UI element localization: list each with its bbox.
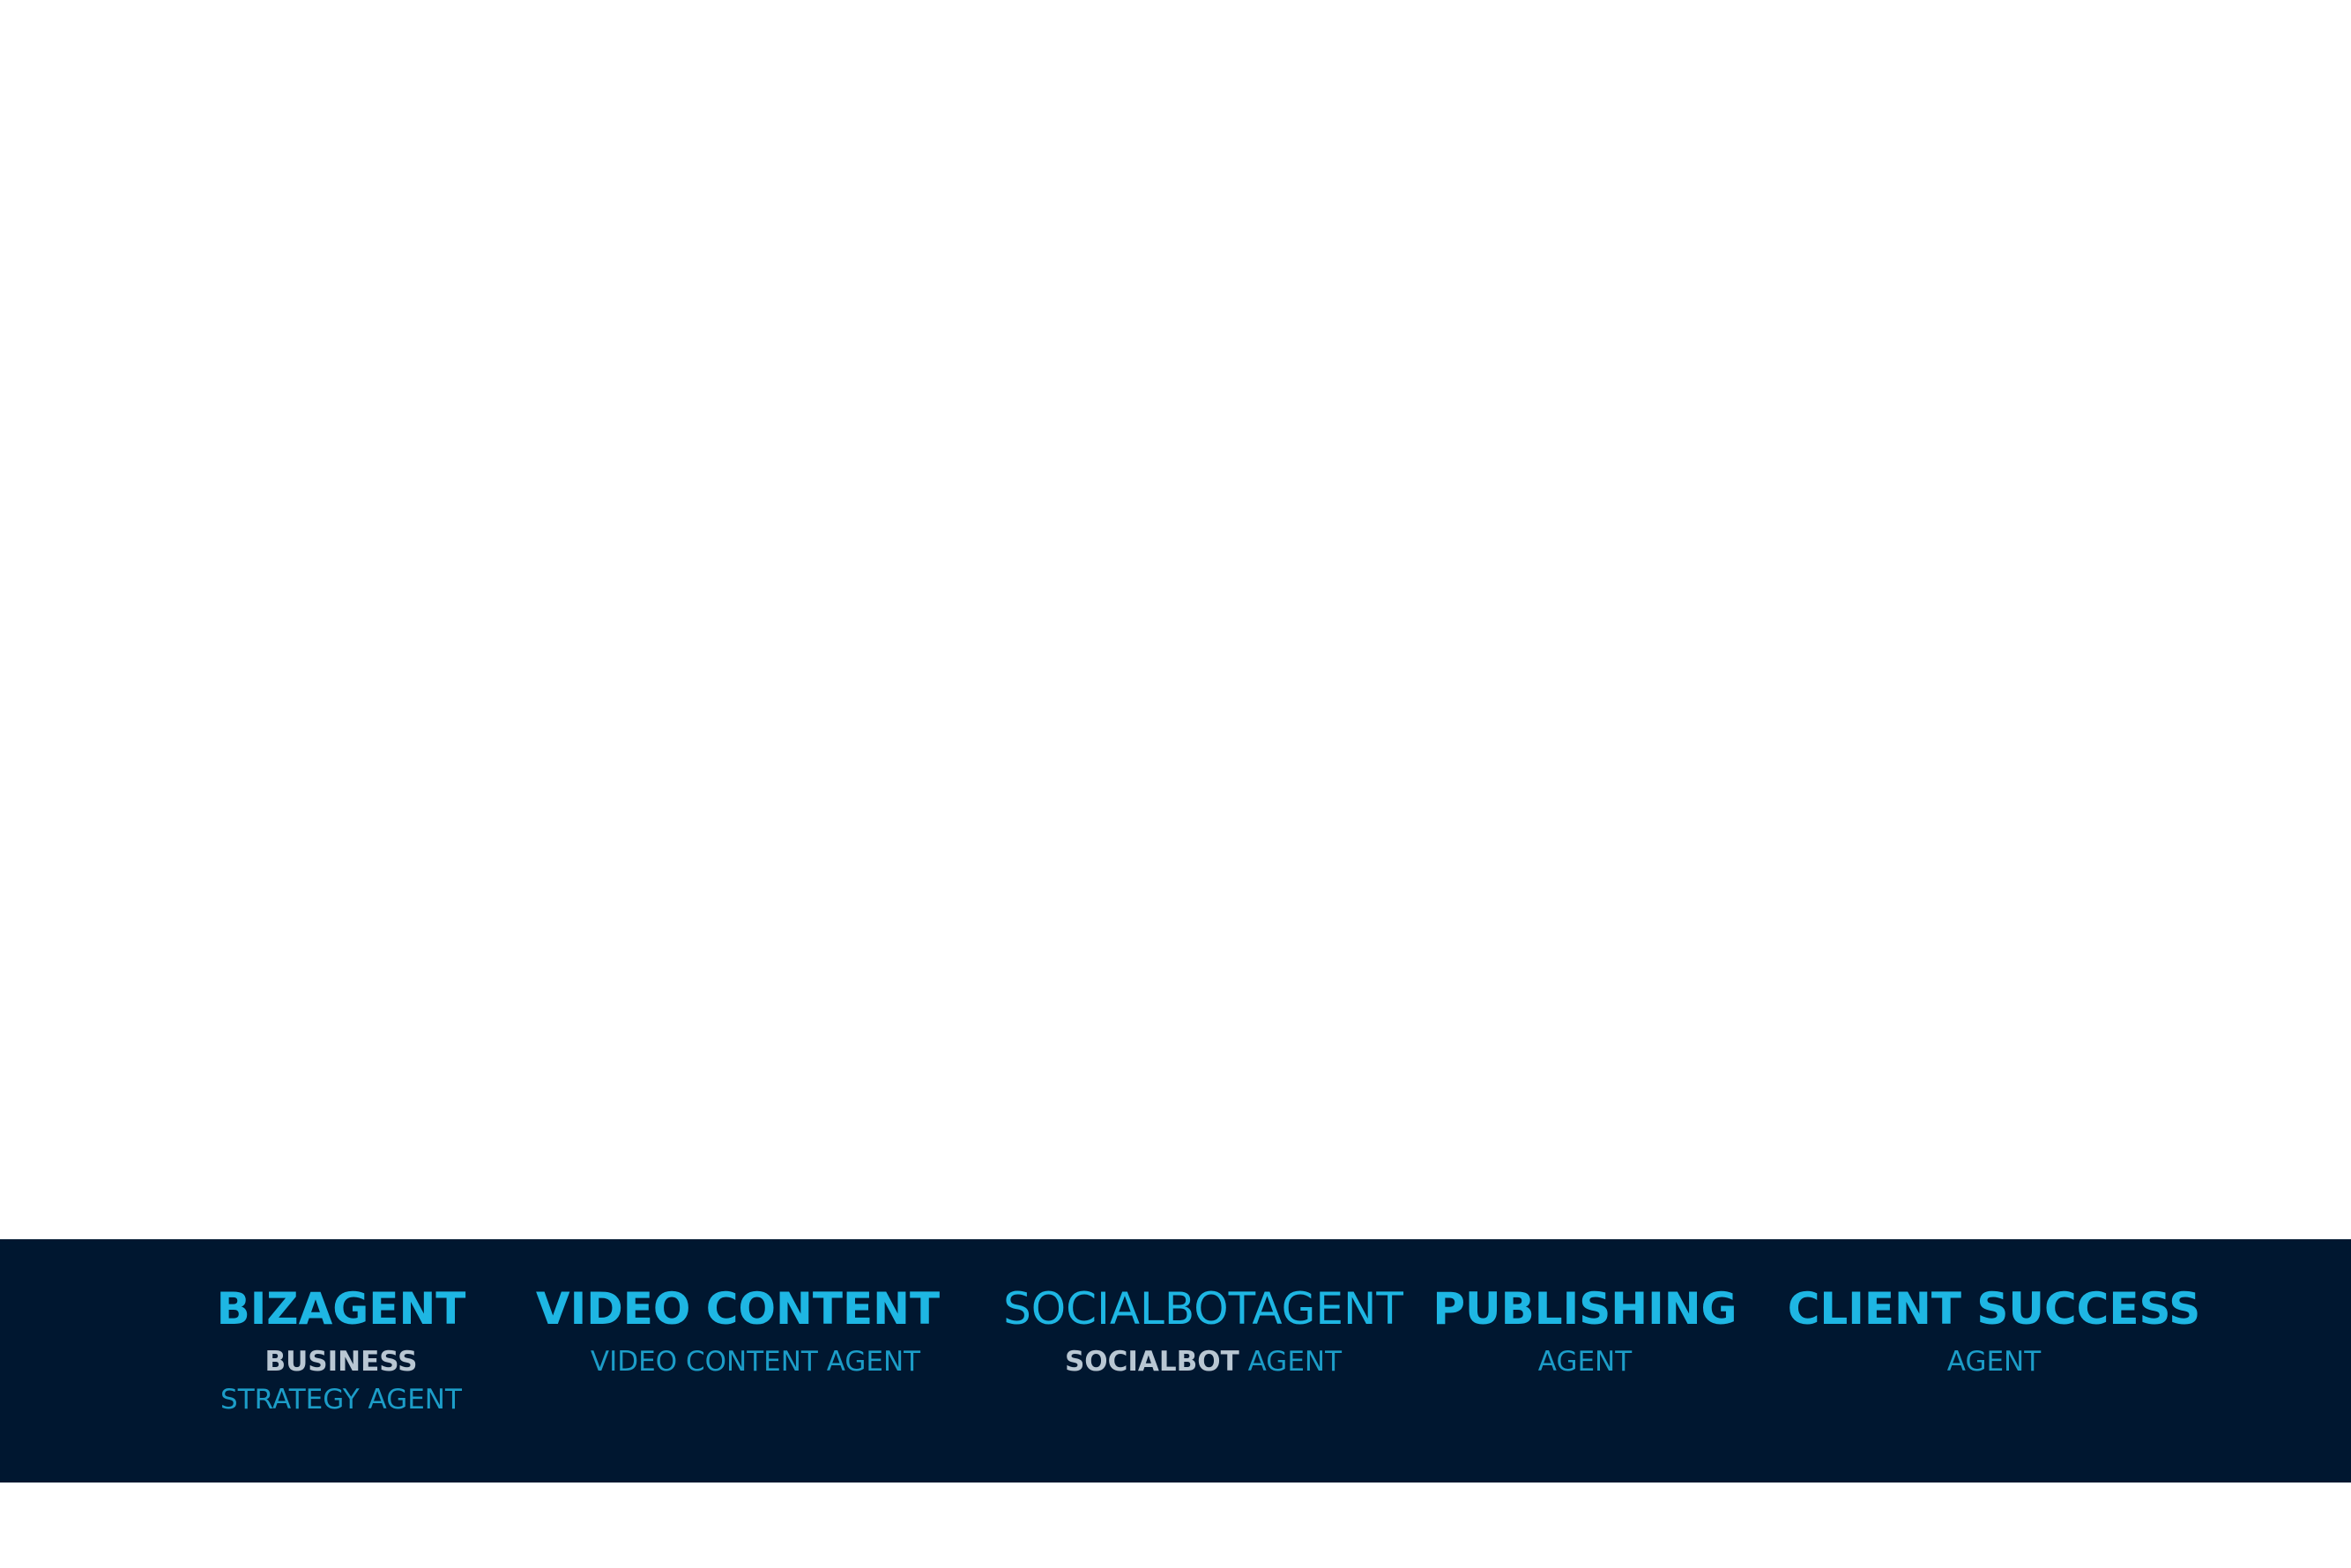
agent-title: SOCIALBOTAGENT [1003, 1283, 1403, 1334]
agent-subtitle-rest: AGENT [1946, 1346, 2042, 1378]
agent-subtitle: AGENT [1432, 1343, 1737, 1381]
agent-subtitle-rest: VIDEO CONTENT AGENT [590, 1346, 921, 1378]
agent-title: VIDEO CONTENT [535, 1283, 941, 1334]
agent-subtitle-highlight: SOCIALBOT [1064, 1346, 1239, 1378]
agent-client-success: CLIENT SUCCESS AGENT [1788, 1287, 2201, 1381]
agent-title: BIZAGENT [216, 1283, 466, 1334]
agent-title: CLIENT SUCCESS [1787, 1283, 2201, 1334]
agent-bizagent: BIZAGENT BUSINESS STRATEGY AGENT [191, 1287, 491, 1419]
agents-banner: BIZAGENT BUSINESS STRATEGY AGENT VIDEO C… [0, 1239, 2351, 1483]
agent-subtitle: AGENT [1788, 1343, 2201, 1381]
agent-subtitle: SOCIALBOT AGENT [1003, 1343, 1403, 1381]
page: BIZAGENT BUSINESS STRATEGY AGENT VIDEO C… [0, 0, 2351, 1568]
agent-socialbotagent: SOCIALBOTAGENT SOCIALBOT AGENT [1003, 1287, 1403, 1381]
agent-subtitle-rest: STRATEGY AGENT [220, 1384, 462, 1416]
agent-subtitle-rest: AGENT [1537, 1346, 1633, 1378]
agent-subtitle: VIDEO CONTENT AGENT [536, 1343, 940, 1381]
agent-subtitle-highlight: BUSINESS [264, 1346, 418, 1378]
agent-video-content: VIDEO CONTENT VIDEO CONTENT AGENT [536, 1287, 940, 1381]
agent-subtitle-rest: AGENT [1247, 1346, 1343, 1378]
agent-subtitle: BUSINESS STRATEGY AGENT [191, 1343, 491, 1419]
agent-publishing: PUBLISHING AGENT [1432, 1287, 1737, 1381]
agent-title: PUBLISHING [1432, 1283, 1737, 1334]
